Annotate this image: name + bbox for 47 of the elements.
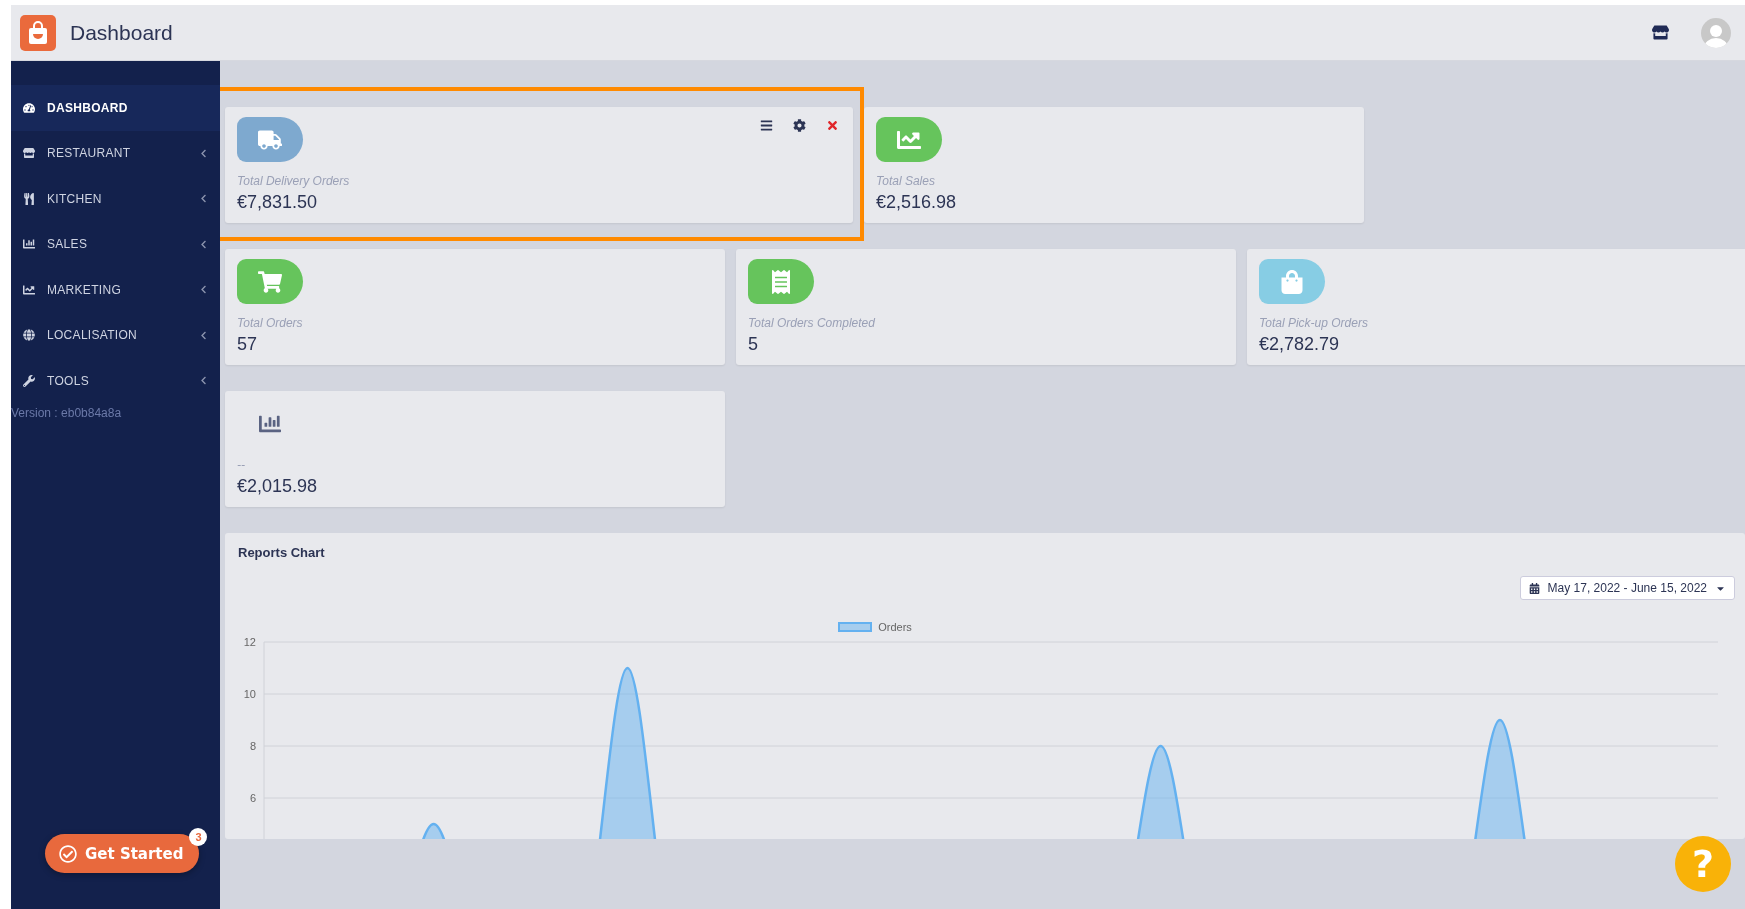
stat-label: Total Pick-up Orders — [1259, 316, 1369, 330]
axis-tick-label: 6 — [249, 792, 256, 804]
truck-icon — [258, 127, 282, 152]
store-icon[interactable] — [1652, 24, 1669, 41]
notification-badge: 3 — [189, 828, 208, 846]
stat-label: Total Orders — [237, 316, 304, 330]
axis-tick-label: 10 — [243, 688, 256, 700]
legend-swatch — [838, 622, 873, 632]
globe-icon — [23, 329, 35, 342]
sidebar-item[interactable]: RESTAURANT — [11, 130, 220, 176]
axis-tick-label: 12 — [243, 636, 256, 648]
stat-label: Total Orders Completed — [748, 316, 876, 330]
sidebar-item[interactable]: DASHBOARD — [11, 85, 220, 131]
legend-label: Orders — [878, 621, 912, 633]
stat-label: -- — [237, 458, 246, 472]
close-icon[interactable] — [826, 119, 839, 132]
sidebar-item[interactable]: TOOLS — [11, 358, 220, 404]
stat-value: 57 — [237, 334, 259, 355]
wrench-icon — [23, 374, 35, 387]
page-title: Dashboard — [70, 20, 174, 45]
line-chart-icon — [23, 283, 35, 296]
calendar-icon — [1528, 582, 1540, 594]
stat-label: Total Sales — [876, 174, 936, 188]
stat-value: €7,831.50 — [237, 192, 319, 213]
stat-value: €2,516.98 — [876, 192, 958, 213]
receipt-icon — [769, 269, 793, 294]
sidebar-item[interactable]: LOCALISATION — [11, 312, 220, 358]
menu-icon[interactable] — [760, 119, 773, 132]
sidebar-item[interactable]: MARKETING — [11, 267, 220, 313]
settings-icon[interactable] — [793, 119, 806, 132]
sidebar-item[interactable]: KITCHEN — [11, 176, 220, 222]
utensils-icon — [23, 192, 35, 205]
store-icon — [23, 147, 35, 160]
shopping-bag-icon — [1280, 269, 1304, 294]
stat-value: €2,015.98 — [237, 476, 319, 497]
logo-icon — [20, 14, 56, 51]
axis-tick-label: 8 — [249, 740, 256, 752]
stat-label: Total Delivery Orders — [237, 174, 351, 188]
cart-icon — [258, 269, 282, 294]
gauge-icon — [23, 101, 35, 114]
bar-chart-icon — [23, 238, 35, 251]
stat-value: €2,782.79 — [1259, 334, 1341, 355]
sidebar-item[interactable]: SALES — [11, 221, 220, 267]
date-range-picker[interactable]: May 17, 2022 - June 15, 2022 — [1519, 576, 1735, 600]
stat-value: 5 — [748, 334, 759, 355]
version-text: Version : eb0b84a8a — [11, 404, 123, 420]
panel-title: Reports Chart — [237, 544, 326, 561]
